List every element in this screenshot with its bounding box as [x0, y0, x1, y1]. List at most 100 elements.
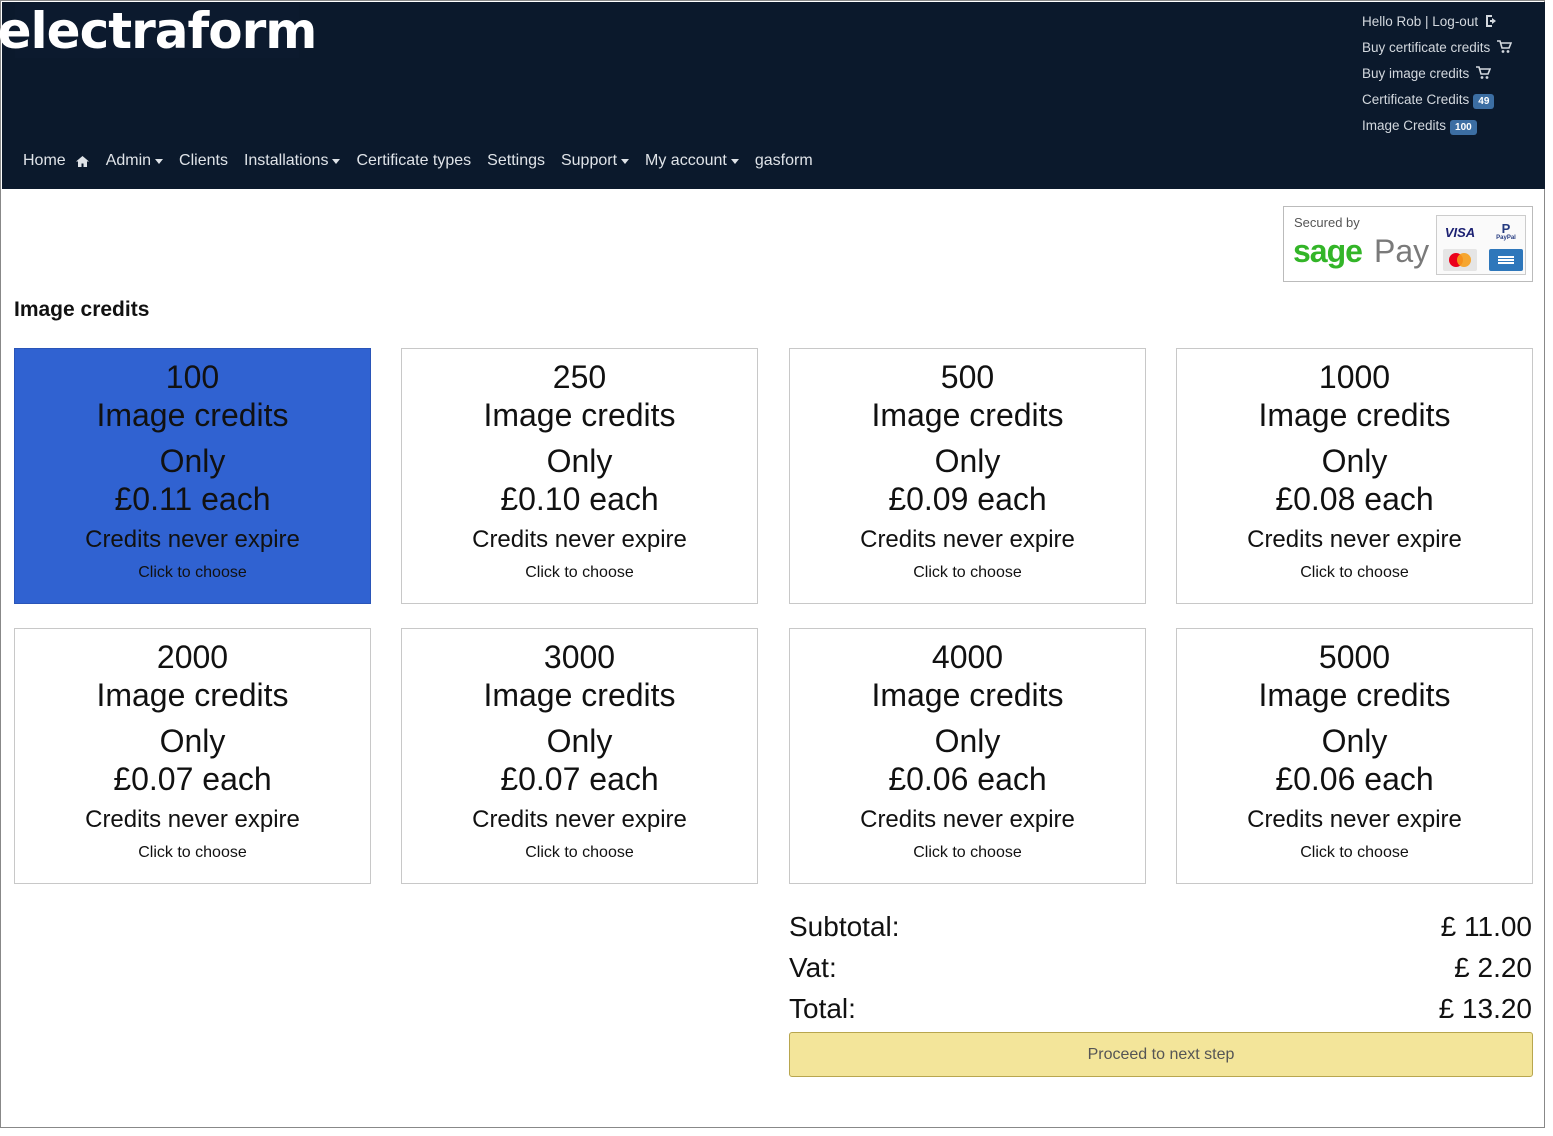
nav-my-account[interactable]: My account [645, 152, 739, 170]
pack-choose-link[interactable]: Click to choose [402, 563, 757, 583]
pack-never-expire: Credits never expire [1247, 806, 1462, 833]
certificate-credits-badge: 49 [1473, 93, 1495, 109]
nav-gasform[interactable]: gasform [755, 152, 813, 170]
pack-price: £0.07 each [500, 761, 659, 797]
cart-icon [1475, 66, 1492, 80]
total-value: £ 13.20 [1438, 993, 1532, 1024]
chevron-down-icon[interactable] [621, 158, 630, 164]
proceed-button[interactable]: Proceed to next step [789, 1032, 1533, 1077]
account-links: Hello Rob | Log-out Buy certificate cred… [1362, 8, 1537, 138]
buy-image-credits-label[interactable]: Buy image credits [1362, 66, 1469, 81]
pack-choose-link[interactable]: Click to choose [790, 843, 1145, 863]
total-row: Total: £ 13.20 [789, 993, 1532, 1029]
header-bar: electraform Hello Rob | Log-out Buy cert… [0, 2, 1545, 189]
chevron-down-icon[interactable] [332, 158, 341, 164]
pack-only-text: Only [1321, 723, 1388, 759]
credit-pack-card[interactable]: 100 Image credits Only £0.11 each Credit… [14, 348, 371, 604]
pack-never-expire: Credits never expire [85, 806, 300, 833]
credit-pack-card[interactable]: 5000 Image credits Only £0.06 each Credi… [1176, 628, 1533, 884]
nav-my-account-label[interactable]: My account [645, 152, 727, 170]
pack-label: Image credits [96, 397, 289, 433]
pack-choose-link[interactable]: Click to choose [402, 843, 757, 863]
pack-label: Image credits [96, 677, 289, 713]
buy-image-credits-link[interactable]: Buy image credits [1362, 60, 1537, 86]
pack-choose-link[interactable]: Click to choose [15, 843, 370, 863]
pack-label: Image credits [483, 397, 676, 433]
nav-gasform-label[interactable]: gasform [755, 152, 813, 170]
pay-logo-text: Pay [1374, 233, 1430, 269]
credit-pack-card[interactable]: 4000 Image credits Only £0.06 each Credi… [789, 628, 1146, 884]
buy-certificate-credits-label[interactable]: Buy certificate credits [1362, 40, 1490, 55]
pack-choose-link[interactable]: Click to choose [790, 563, 1145, 583]
amex-card-icon [1489, 249, 1523, 271]
visa-card-icon: VISA [1444, 224, 1476, 240]
home-icon[interactable] [75, 155, 90, 168]
brand-logo-text: electraform [0, 2, 317, 60]
pack-quantity: 3000 [543, 639, 616, 675]
nav-clients[interactable]: Clients [179, 152, 228, 170]
nav-support[interactable]: Support [561, 152, 630, 170]
nav-home-label[interactable]: Home [23, 152, 66, 170]
pack-choose-link[interactable]: Click to choose [1177, 843, 1532, 863]
pack-label: Image credits [871, 397, 1064, 433]
pack-price: £0.09 each [888, 481, 1047, 517]
credit-pack-card[interactable]: 3000 Image credits Only £0.07 each Credi… [401, 628, 758, 884]
paypal-icon: P PayPal [1496, 221, 1516, 241]
subtotal-value: £ 11.00 [1440, 911, 1532, 942]
vat-value: £ 2.20 [1454, 952, 1532, 983]
logout-icon[interactable] [1484, 14, 1500, 28]
credit-pack-card[interactable]: 1000 Image credits Only £0.08 each Credi… [1176, 348, 1533, 604]
nav-home[interactable]: Home [23, 152, 90, 170]
pack-never-expire: Credits never expire [472, 526, 687, 553]
pack-choose-link[interactable]: Click to choose [1177, 563, 1532, 583]
nav-admin-label[interactable]: Admin [106, 152, 151, 170]
pack-label: Image credits [1258, 397, 1451, 433]
chevron-down-icon[interactable] [155, 158, 164, 164]
pack-never-expire: Credits never expire [860, 806, 1075, 833]
nav-settings[interactable]: Settings [487, 152, 545, 170]
pack-only-text: Only [546, 723, 613, 759]
subtotal-label: Subtotal: [789, 911, 900, 942]
brand-logo[interactable]: electraform [0, 4, 317, 58]
nav-support-label[interactable]: Support [561, 152, 617, 170]
pack-quantity: 1000 [1318, 359, 1391, 395]
pack-never-expire: Credits never expire [472, 806, 687, 833]
nav-certificate-types-label[interactable]: Certificate types [356, 152, 471, 170]
main-nav: Home Admin Clients Installations Certifi… [23, 152, 829, 170]
vat-label: Vat: [789, 952, 837, 983]
secured-by-text: Secured by [1294, 215, 1360, 230]
logout-link[interactable]: Hello Rob | Log-out [1362, 8, 1537, 34]
pack-only-text: Only [934, 723, 1001, 759]
nav-settings-label[interactable]: Settings [487, 152, 545, 170]
credit-pack-card[interactable]: 250 Image credits Only £0.10 each Credit… [401, 348, 758, 604]
pack-choose-link[interactable]: Click to choose [15, 563, 370, 583]
pack-quantity: 4000 [931, 639, 1004, 675]
total-label: Total: [789, 993, 856, 1024]
image-credits-badge: 100 [1450, 119, 1477, 135]
pack-price: £0.11 each [114, 481, 271, 517]
pack-quantity: 500 [940, 359, 995, 395]
credit-pack-card[interactable]: 2000 Image credits Only £0.07 each Credi… [14, 628, 371, 884]
nav-installations-label[interactable]: Installations [244, 152, 329, 170]
pack-price: £0.06 each [1275, 761, 1434, 797]
nav-installations[interactable]: Installations [244, 152, 341, 170]
buy-certificate-credits-link[interactable]: Buy certificate credits [1362, 34, 1537, 60]
pack-price: £0.10 each [500, 481, 659, 517]
credit-pack-card[interactable]: 500 Image credits Only £0.09 each Credit… [789, 348, 1146, 604]
nav-admin[interactable]: Admin [106, 152, 164, 170]
page-frame: electraform Hello Rob | Log-out Buy cert… [0, 0, 1545, 1128]
paypal-label: PayPal [1496, 235, 1516, 241]
pack-never-expire: Credits never expire [1247, 526, 1462, 553]
chevron-down-icon[interactable] [730, 158, 739, 164]
subtotal-row: Subtotal: £ 11.00 [789, 911, 1532, 947]
vat-row: Vat: £ 2.20 [789, 952, 1532, 988]
pack-only-text: Only [546, 443, 613, 479]
nav-certificate-types[interactable]: Certificate types [356, 152, 471, 170]
nav-clients-label[interactable]: Clients [179, 152, 228, 170]
greeting-text[interactable]: Hello Rob | Log-out [1362, 14, 1478, 29]
sage-logo-text: sage [1293, 233, 1363, 269]
pack-quantity: 2000 [156, 639, 229, 675]
pack-never-expire: Credits never expire [85, 526, 300, 553]
pack-quantity: 100 [165, 359, 220, 395]
pack-label: Image credits [1258, 677, 1451, 713]
